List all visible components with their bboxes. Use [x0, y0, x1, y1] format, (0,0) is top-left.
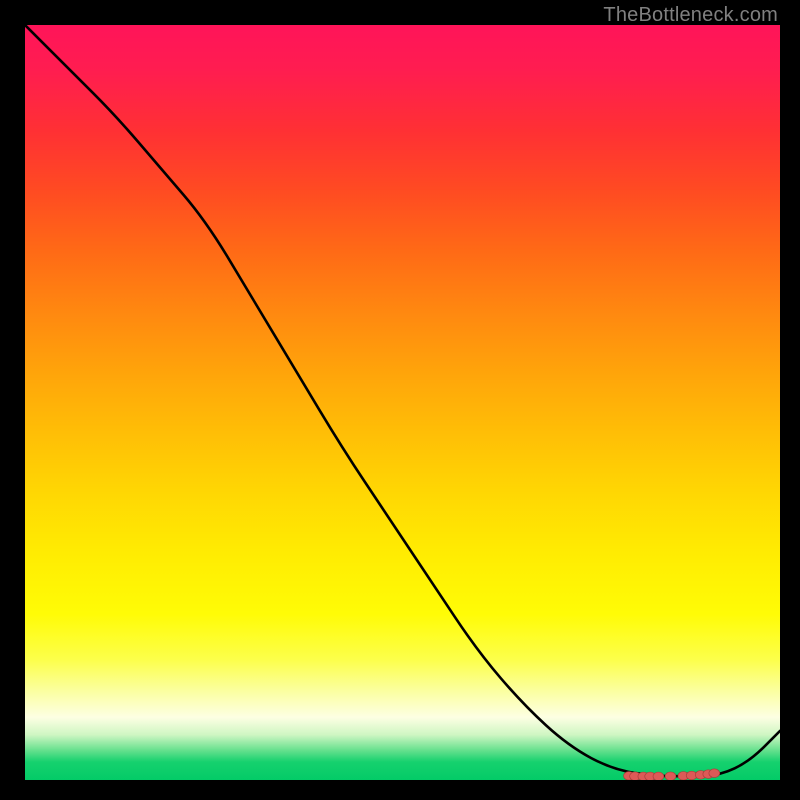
bottleneck-curve	[25, 25, 780, 776]
chart-container: TheBottleneck.com	[0, 0, 800, 800]
marker-dot	[653, 772, 664, 780]
marker-dot	[665, 772, 676, 780]
chart-svg	[25, 25, 780, 780]
watermark-text: TheBottleneck.com	[603, 4, 778, 27]
flat-minimum-markers	[624, 769, 720, 780]
plot-area	[25, 25, 780, 780]
marker-dot	[709, 769, 720, 778]
